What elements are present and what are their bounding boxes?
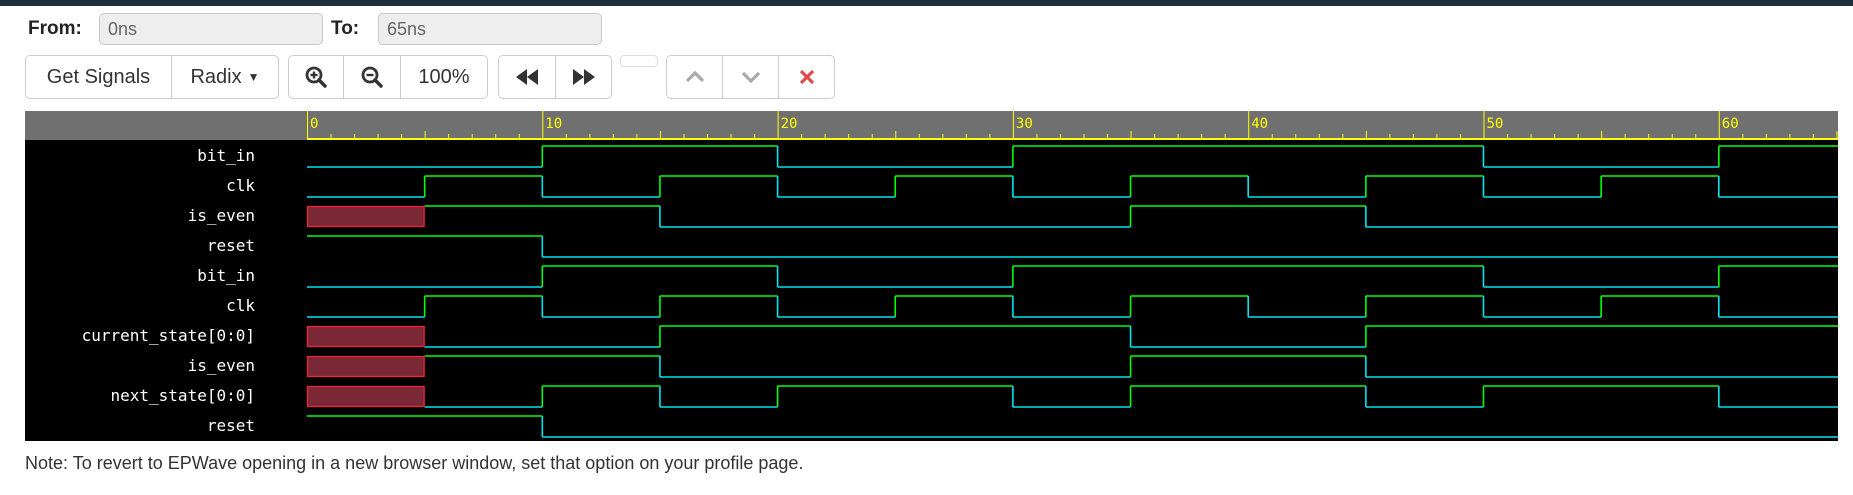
signal-name[interactable]: clk [226,296,255,315]
radix-dropdown[interactable]: Radix ▼ [171,55,279,99]
signal-name[interactable]: clk [226,176,255,195]
zoom-out-icon [361,66,383,88]
zoom-out-button[interactable] [343,55,401,99]
signal-name[interactable]: is_even [188,356,255,375]
signal-name[interactable]: reset [207,236,255,255]
from-label: From: [28,18,82,39]
close-icon [799,69,814,85]
to-label: To: [331,18,360,39]
previous-edge-button[interactable] [498,55,556,99]
waveform-viewer[interactable]: 0 10 20 30 40 50 60 bit_inclkis_evenresetbit_i… [25,111,1838,441]
move-down-button[interactable] [722,55,779,99]
waveform-background [25,111,1838,441]
undefined-segment [306,205,425,228]
zoom-level-label: 100% [418,65,470,88]
undefined-segment [306,355,425,378]
fast-backward-icon [516,69,538,85]
chevron-down-icon [741,71,760,84]
signal-name[interactable]: next_state[0:0] [111,386,256,405]
move-up-button[interactable] [666,55,723,99]
signal-name[interactable]: bit_in [197,266,255,285]
signal-name[interactable]: bit_in [197,146,255,165]
ruler-tick-label: 40 [1251,116,1268,132]
zoom-in-button[interactable] [288,55,344,99]
zoom-in-icon [305,66,327,88]
remove-signal-button[interactable] [778,55,835,99]
time-ruler[interactable]: 0 10 20 30 40 50 60 [25,111,1838,140]
get-signals-label: Get Signals [46,65,151,88]
undefined-segment [306,325,425,348]
signal-name[interactable]: reset [207,416,255,435]
profile-note: Note: To revert to EPWave opening in a n… [25,453,804,473]
signal-name[interactable]: is_even [188,206,255,225]
to-input[interactable] [378,13,602,45]
next-edge-button[interactable] [555,55,612,99]
fast-forward-icon [572,69,595,85]
caret-down-icon: ▼ [247,70,260,84]
radix-label: Radix [190,65,242,88]
ruler-background [25,111,1838,140]
signal-name[interactable]: current_state[0:0] [82,326,255,345]
ruler-tick-label: 10 [545,116,562,132]
top-strip [0,0,1853,6]
chevron-up-icon [685,70,704,83]
zoom-level-button[interactable]: 100% [400,55,488,99]
from-input[interactable] [99,13,323,45]
ruler-tick-label: 50 [1487,116,1504,132]
ruler-tick-label: 30 [1016,116,1033,132]
ruler-tick-label: 0 [310,116,318,132]
ruler-tick-label: 20 [781,116,798,132]
ruler-tick-label: 60 [1722,116,1739,132]
empty-button[interactable] [620,55,658,67]
undefined-segment [306,385,425,408]
get-signals-button[interactable]: Get Signals [25,55,172,99]
